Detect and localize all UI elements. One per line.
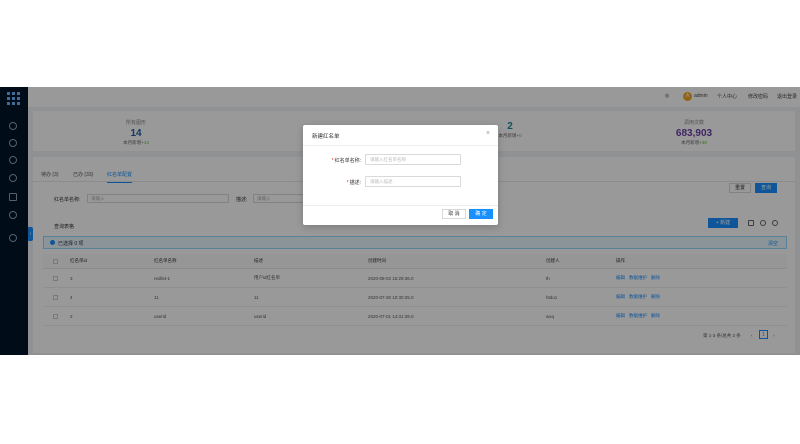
- confirm-button[interactable]: 确 定: [469, 209, 493, 219]
- close-icon[interactable]: ×: [486, 130, 490, 137]
- modal-desc-label: *描述:: [346, 180, 361, 186]
- modal-footer-divider: [303, 205, 498, 206]
- modal-name-input[interactable]: 请输入红名单名称: [365, 154, 461, 165]
- modal-title: 新建红名单: [312, 134, 340, 140]
- modal-header-divider: [303, 145, 498, 146]
- new-redlist-modal: 新建红名单 × *红名单名称: 请输入红名单名称 *描述: 请输入描述 取 消 …: [303, 125, 498, 225]
- cancel-button[interactable]: 取 消: [442, 209, 466, 219]
- modal-desc-input[interactable]: 请输入描述: [365, 176, 461, 187]
- modal-name-label: *红名单名称:: [331, 158, 361, 164]
